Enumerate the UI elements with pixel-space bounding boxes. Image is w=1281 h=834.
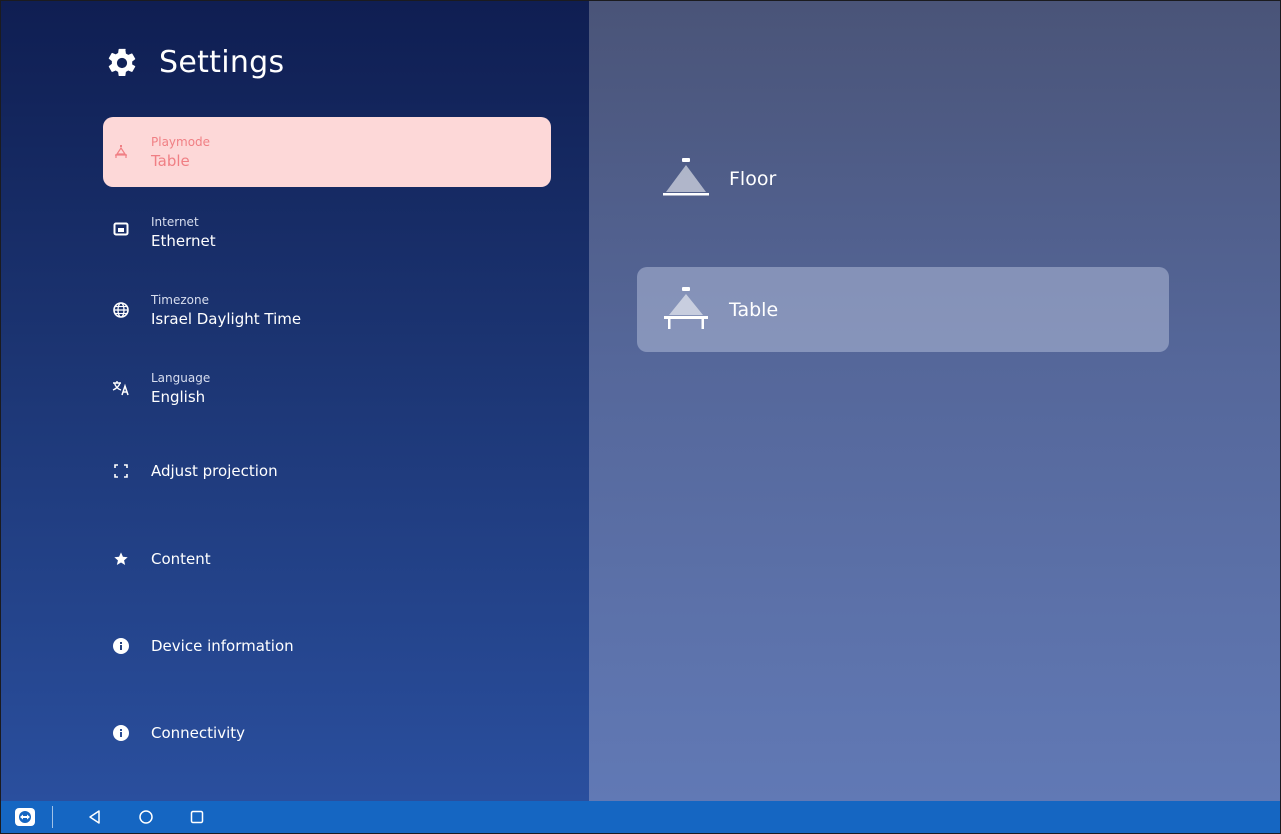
- app-window: Settings Playmode Table Internet Etherne…: [1, 1, 1280, 833]
- home-icon[interactable]: [138, 809, 154, 825]
- menu-item-label: Connectivity: [151, 723, 245, 742]
- menu-item-label: Adjust projection: [151, 462, 278, 480]
- menu-item-value: Table: [151, 151, 190, 170]
- settings-sidebar: Settings Playmode Table Internet Etherne…: [1, 1, 589, 801]
- menu-item-device-information[interactable]: Device information: [103, 602, 551, 689]
- info-icon: [111, 723, 131, 743]
- playmode-option-floor[interactable]: Floor: [637, 136, 1169, 221]
- menu-item-sublabel: Internet: [151, 214, 199, 229]
- menu-item-sublabel: Language: [151, 370, 211, 385]
- menu-item-value: Israel Daylight Time: [151, 309, 302, 328]
- menu-item-value: English: [151, 387, 206, 406]
- info-icon: [111, 636, 131, 656]
- translate-icon: [111, 378, 131, 398]
- menu-item-sublabel: Playmode: [151, 134, 211, 149]
- menu-item-timezone[interactable]: Timezone Israel Daylight Time: [103, 271, 551, 349]
- settings-menu: Playmode Table Internet Ethernet Timezon…: [103, 117, 551, 776]
- page-header: Settings: [105, 45, 284, 80]
- menu-item-connectivity[interactable]: Connectivity: [103, 689, 551, 776]
- globe-icon: [111, 300, 131, 320]
- menu-item-playmode[interactable]: Playmode Table: [103, 117, 551, 187]
- gear-icon: [108, 48, 136, 76]
- system-taskbar: [1, 801, 1280, 833]
- menu-item-label: Device information: [151, 636, 294, 655]
- table-mode-icon: [664, 286, 708, 329]
- ethernet-icon: [111, 219, 131, 239]
- teamviewer-icon[interactable]: [15, 808, 35, 826]
- menu-item-value: Ethernet: [151, 231, 216, 250]
- menu-item-internet[interactable]: Internet Ethernet: [103, 187, 551, 271]
- playmode-panel: Floor Table: [589, 1, 1280, 801]
- menu-item-sublabel: Timezone: [151, 292, 209, 307]
- table-mode-icon: [111, 142, 131, 162]
- floor-mode-icon: [663, 157, 709, 195]
- menu-item-adjust-projection[interactable]: Adjust projection: [103, 427, 551, 515]
- playmode-option-label: Table: [729, 298, 779, 321]
- star-icon: [111, 549, 131, 569]
- page-title: Settings: [159, 45, 285, 80]
- playmode-option-table[interactable]: Table: [637, 267, 1169, 352]
- back-icon[interactable]: [87, 809, 103, 825]
- playmode-option-label: Floor: [729, 167, 777, 190]
- menu-item-label: Content: [151, 549, 211, 568]
- recents-icon[interactable]: [189, 809, 205, 825]
- menu-item-language[interactable]: Language English: [103, 349, 551, 427]
- taskbar-divider: [52, 806, 53, 828]
- menu-item-content[interactable]: Content: [103, 515, 551, 602]
- adjust-projection-icon: [111, 461, 131, 481]
